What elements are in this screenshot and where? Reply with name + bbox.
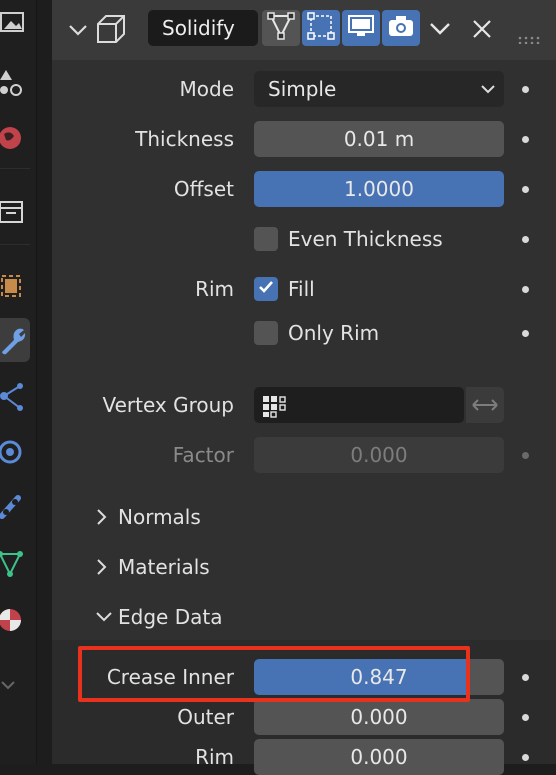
- even-thickness-checkbox[interactable]: [254, 227, 278, 251]
- properties-tab-bar: [0, 0, 37, 764]
- world-icon: [0, 116, 26, 160]
- mode-keyframe-dot[interactable]: [522, 86, 529, 93]
- materials-label: Materials: [118, 555, 210, 579]
- checkmark-icon: [257, 278, 275, 300]
- factor-keyframe-dot[interactable]: [522, 452, 529, 459]
- close-icon[interactable]: [470, 17, 494, 45]
- crease-outer-field[interactable]: 0.000: [254, 699, 504, 735]
- thickness-label: Thickness: [135, 127, 234, 151]
- thickness-keyframe-dot[interactable]: [522, 136, 529, 143]
- on-cage-icon: [307, 12, 335, 44]
- tab-modifiers[interactable]: [0, 318, 30, 362]
- vertex-group-label: Vertex Group: [102, 393, 234, 417]
- rim-label: Rim: [195, 277, 234, 301]
- fill-keyframe-dot[interactable]: [522, 286, 529, 293]
- modifier-name-field[interactable]: Solidify: [148, 10, 258, 46]
- vertex-group-field[interactable]: [254, 387, 464, 423]
- tab-physics[interactable]: [0, 430, 30, 474]
- edit-mode-toggle[interactable]: [262, 10, 300, 46]
- crease-rim-keyframe-dot[interactable]: [522, 754, 529, 761]
- collapse-chevron-icon[interactable]: [68, 20, 88, 44]
- scene-icon: [0, 60, 26, 104]
- drag-handle-icon[interactable]: [518, 29, 544, 48]
- offset-label: Offset: [173, 177, 234, 201]
- tab-more[interactable]: [0, 664, 30, 708]
- tab-object[interactable]: [0, 264, 30, 308]
- tab-world[interactable]: [0, 116, 30, 160]
- chevron-right-icon: [94, 507, 118, 527]
- only-rim-checkbox[interactable]: [254, 321, 278, 345]
- edge-data-subpanel-header[interactable]: Edge Data: [94, 602, 222, 632]
- material-icon: [0, 598, 26, 642]
- even-thickness-label: Even Thickness: [288, 227, 443, 251]
- output-icon: [0, 7, 26, 37]
- arrows-horizontal-icon: [470, 399, 500, 428]
- particles-icon: [0, 374, 26, 418]
- mode-label: Mode: [179, 77, 235, 101]
- realtime-display-icon: [347, 12, 375, 44]
- only-rim-keyframe-dot[interactable]: [522, 330, 529, 337]
- thickness-field[interactable]: 0.01 m: [254, 121, 504, 157]
- crease-rim-label: Rim: [195, 745, 234, 769]
- mode-value: Simple: [268, 77, 337, 101]
- tab-collection[interactable]: [0, 190, 30, 234]
- tab-constraints[interactable]: [0, 486, 30, 530]
- render-toggle[interactable]: [382, 10, 420, 46]
- modifier-menu-chevron-icon[interactable]: [428, 18, 452, 44]
- mode-dropdown[interactable]: Simple: [254, 71, 504, 107]
- chevron-right-icon: [94, 557, 118, 577]
- tab-particles[interactable]: [0, 374, 30, 418]
- chevron-down-icon: [480, 71, 496, 118]
- offset-keyframe-dot[interactable]: [522, 186, 529, 193]
- even-thickness-keyframe-dot[interactable]: [522, 236, 529, 243]
- realtime-display-toggle[interactable]: [342, 10, 380, 46]
- collection-icon: [0, 190, 26, 234]
- highlight-box: [78, 646, 470, 702]
- tab-output[interactable]: [0, 0, 30, 44]
- tab-data[interactable]: [0, 542, 30, 586]
- normals-label: Normals: [118, 505, 201, 529]
- only-rim-label: Only Rim: [288, 321, 380, 345]
- chevron-down-icon: [0, 664, 26, 708]
- crease-outer-label: Outer: [177, 705, 234, 729]
- constraint-icon: [0, 486, 26, 530]
- mesh-data-icon: [0, 542, 26, 586]
- solidify-modifier-icon: [96, 14, 126, 48]
- fill-label: Fill: [288, 277, 315, 301]
- vertex-group-icon: [262, 393, 288, 429]
- factor-label: Factor: [172, 443, 234, 467]
- crease-inner-keyframe-dot[interactable]: [522, 674, 529, 681]
- edit-mode-icon: [267, 12, 295, 44]
- materials-subpanel-header[interactable]: Materials: [94, 552, 210, 582]
- invert-vertex-group-button[interactable]: [466, 387, 504, 423]
- offset-slider[interactable]: 1.0000: [254, 171, 504, 207]
- on-cage-toggle[interactable]: [302, 10, 340, 46]
- factor-field[interactable]: 0.000: [254, 437, 504, 473]
- object-icon: [0, 264, 26, 308]
- tab-scene[interactable]: [0, 60, 30, 104]
- fill-checkbox[interactable]: [254, 277, 278, 301]
- crease-outer-keyframe-dot[interactable]: [522, 714, 529, 721]
- normals-subpanel-header[interactable]: Normals: [94, 502, 201, 532]
- crease-rim-field[interactable]: 0.000: [254, 739, 504, 775]
- physics-icon: [0, 430, 26, 474]
- tab-material[interactable]: [0, 598, 30, 642]
- wrench-icon: [0, 318, 26, 362]
- render-camera-icon: [387, 12, 415, 44]
- edge-data-label: Edge Data: [118, 605, 223, 629]
- chevron-down-icon: [94, 607, 118, 627]
